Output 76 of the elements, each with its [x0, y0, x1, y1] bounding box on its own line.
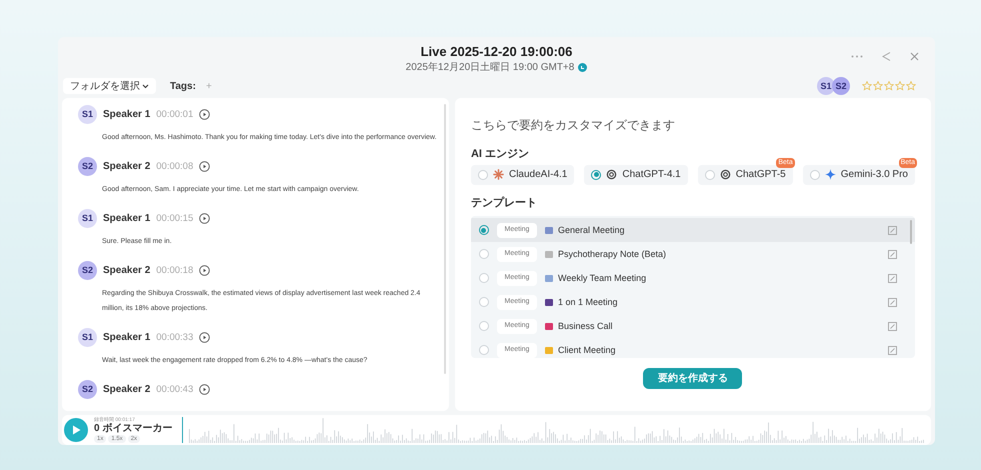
speaker-name: Speaker 1	[103, 212, 150, 226]
star-icon	[895, 81, 905, 92]
chevron-down-icon	[142, 84, 149, 89]
window-title: Live 2025-12-20 19:00:06	[420, 43, 572, 61]
timestamp: 00:00:43	[156, 382, 194, 397]
close-icon[interactable]	[910, 52, 919, 61]
radio-button[interactable]	[478, 345, 489, 356]
clock-icon	[578, 63, 588, 72]
voice-marker-count: 0 ボイスマーカー	[94, 423, 172, 436]
radio-button[interactable]	[478, 297, 489, 308]
star-icon	[906, 81, 916, 92]
date-subtitle: 2025年12月20日土曜日 19:00 GMT+8	[406, 62, 574, 72]
play-icon[interactable]	[199, 109, 210, 120]
sparkle-icon	[824, 169, 836, 180]
more-icon[interactable]	[851, 55, 863, 58]
radio-button[interactable]	[478, 170, 488, 180]
speaker-name: Speaker 1	[103, 108, 150, 122]
speaker-avatar: S2	[78, 157, 97, 176]
timestamp: 00:00:08	[156, 160, 194, 174]
template-name: Client Meeting	[558, 344, 616, 357]
play-icon[interactable]	[199, 213, 210, 224]
template-name: 1 on 1 Meeting	[558, 296, 618, 309]
engine-label: AI エンジン	[470, 147, 530, 162]
template-name: Psychotherapy Note (Beta)	[558, 248, 666, 261]
play-icon[interactable]	[199, 332, 210, 344]
speaker-avatar: S1	[78, 328, 97, 348]
engine-option[interactable]: Gemini-3.0 Pro	[802, 164, 915, 185]
play-icon[interactable]	[199, 384, 210, 396]
edit-icon[interactable]	[888, 322, 897, 331]
edit-icon[interactable]	[888, 274, 897, 283]
edit-icon[interactable]	[888, 226, 897, 235]
play-icon[interactable]	[199, 265, 210, 276]
engine-option[interactable]: ClaudeAI-4.1	[470, 164, 574, 185]
edit-icon[interactable]	[888, 346, 897, 355]
radio-button[interactable]	[478, 273, 489, 284]
template-name: Business Call	[558, 320, 613, 333]
edit-icon[interactable]	[888, 298, 897, 307]
speaker-avatar: S2	[832, 77, 850, 96]
radio-button[interactable]	[478, 249, 489, 260]
template-name: Weekly Team Meeting	[558, 272, 646, 285]
template-label: テンプレート	[470, 196, 538, 211]
summary-heading: こちらで要約をカスタマイズできます	[470, 117, 676, 134]
speaker-name: Speaker 1	[103, 331, 150, 346]
radio-button[interactable]	[478, 225, 489, 236]
star-icon	[884, 81, 894, 92]
timestamp: 00:00:01	[156, 108, 194, 122]
speaker-avatar: S1	[817, 77, 835, 96]
speaker-avatar: S2	[78, 380, 97, 400]
play-icon	[72, 425, 80, 436]
engine-option[interactable]: ChatGPT-5	[698, 164, 793, 185]
radio-button[interactable]	[478, 321, 489, 332]
star-icon	[873, 81, 883, 92]
timestamp: 00:00:33	[156, 330, 194, 345]
play-button[interactable]	[64, 418, 88, 442]
knot-icon	[606, 169, 618, 180]
template-name: General Meeting	[558, 224, 625, 237]
folder-dropdown[interactable]: フォルダを選択	[63, 78, 156, 94]
radio-button[interactable]	[704, 170, 715, 180]
play-icon[interactable]	[199, 161, 210, 172]
knot-icon	[720, 169, 731, 180]
edit-icon[interactable]	[888, 250, 897, 259]
timestamp: 00:00:18	[156, 264, 194, 278]
speaker-name: Speaker 2	[103, 264, 150, 278]
engine-option[interactable]: ChatGPT-4.1	[584, 164, 688, 185]
radio-button[interactable]	[591, 170, 602, 180]
speaker-name: Speaker 2	[103, 160, 150, 174]
star-rating[interactable]	[862, 81, 916, 92]
radio-button[interactable]	[810, 170, 820, 180]
timestamp: 00:00:15	[156, 212, 194, 226]
speaker-avatar: S1	[78, 209, 97, 228]
speaker-name: Speaker 2	[103, 383, 150, 398]
speaker-avatar: S1	[78, 105, 97, 124]
sunburst-icon	[492, 169, 504, 180]
tags-label: Tags:	[170, 80, 196, 94]
speaker-avatar: S2	[78, 261, 97, 280]
star-icon	[862, 81, 872, 92]
